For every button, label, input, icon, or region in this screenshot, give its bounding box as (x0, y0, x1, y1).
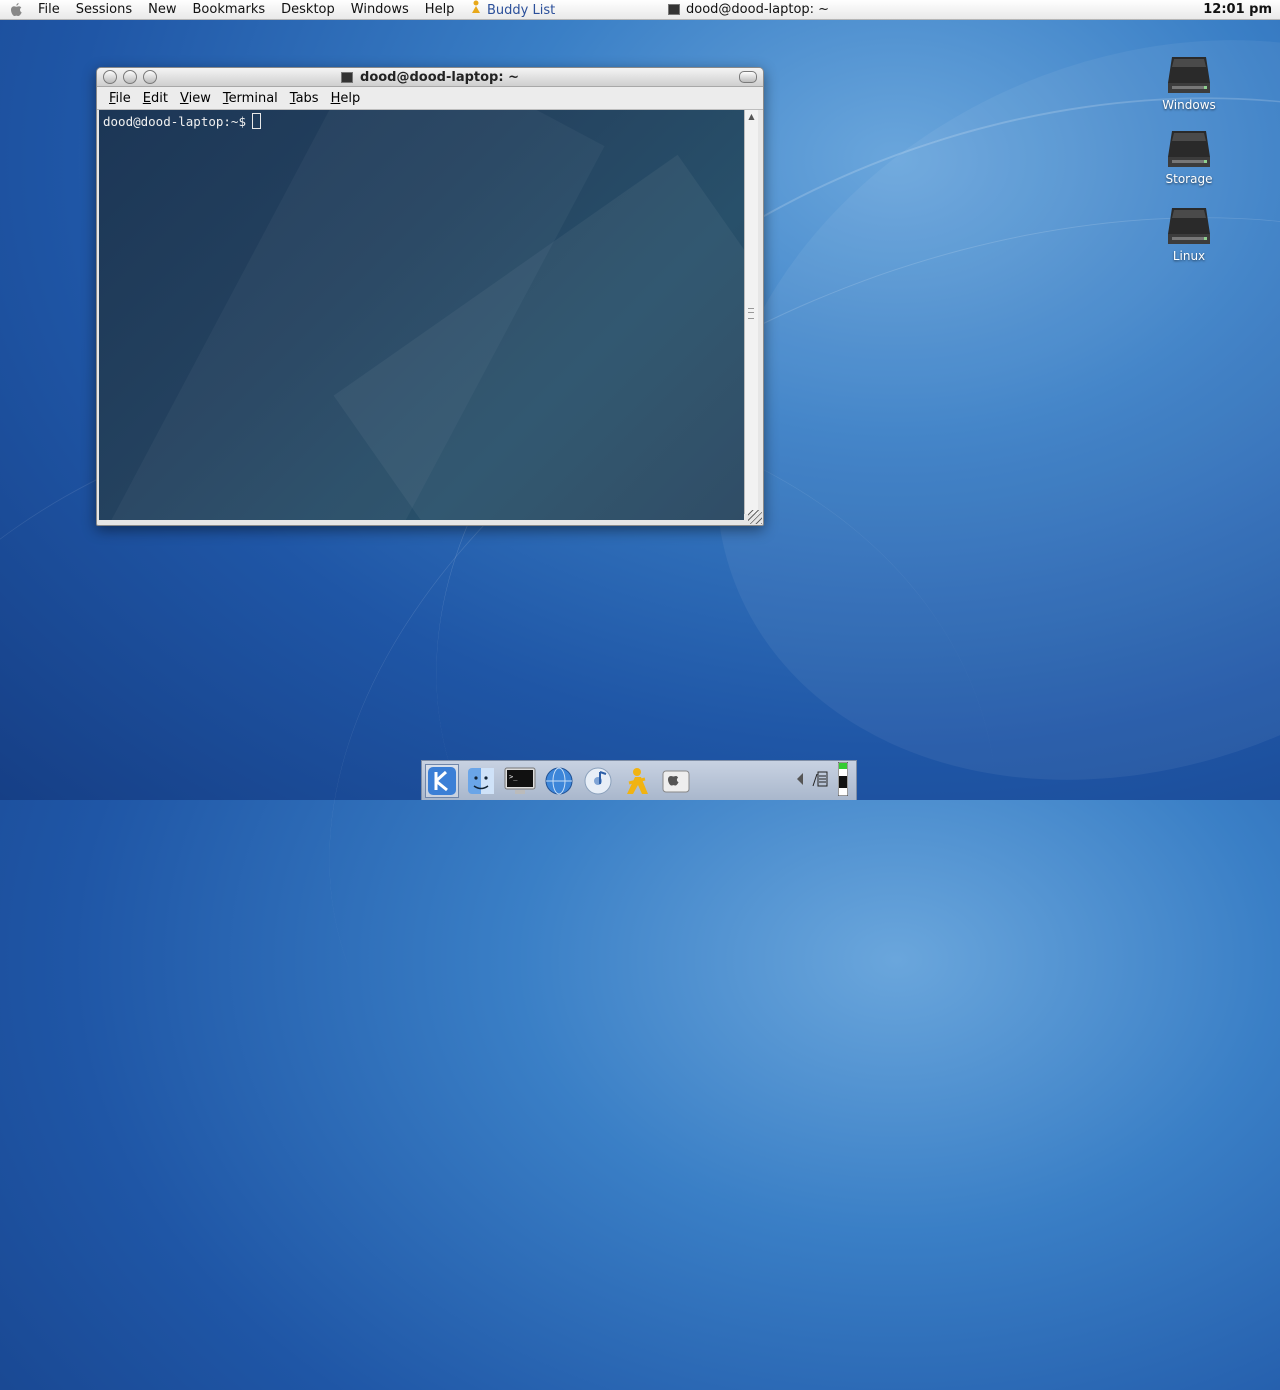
system-prefs-icon[interactable] (659, 764, 693, 798)
desktop-icon-linux[interactable]: Linux (1149, 204, 1229, 263)
finder-icon[interactable] (464, 764, 498, 798)
shell-prompt: dood@dood-laptop:~$ (103, 113, 246, 129)
desktop-icon-storage[interactable]: Storage (1149, 127, 1229, 186)
itunes-icon[interactable] (581, 764, 615, 798)
svg-text:>_: >_ (509, 773, 518, 781)
menu-edit[interactable]: Edit (137, 91, 174, 106)
toolbar-toggle-button[interactable] (739, 71, 757, 83)
desktop-icon-label: Storage (1165, 172, 1213, 186)
menu-desktop[interactable]: Desktop (273, 0, 343, 19)
taskbar-window-label: dood@dood-laptop: ~ (686, 2, 830, 17)
window-title: dood@dood-laptop: ~ (360, 69, 519, 85)
scrollbar-grip[interactable] (748, 308, 754, 319)
browser-icon[interactable] (542, 764, 576, 798)
close-button[interactable] (103, 70, 117, 84)
menu-help[interactable]: Help (417, 0, 463, 19)
scroll-up-arrow-icon[interactable]: ▲ (745, 110, 758, 122)
clock[interactable]: 12:01 pm (1203, 0, 1272, 19)
volume-icon[interactable] (794, 772, 804, 790)
menu-file[interactable]: File (103, 91, 137, 106)
text-cursor (252, 113, 261, 129)
terminal-icon[interactable]: >_ (503, 764, 537, 798)
taskbar-buddy-list[interactable]: Buddy List (470, 0, 555, 20)
hard-drive-icon (1166, 127, 1212, 169)
menu-help[interactable]: Help (325, 91, 367, 106)
taskbar-buddy-label: Buddy List (487, 2, 556, 18)
hard-drive-icon (1166, 204, 1212, 246)
menu-bookmarks[interactable]: Bookmarks (185, 0, 274, 19)
top-menu-bar: File Sessions New Bookmarks Desktop Wind… (0, 0, 1280, 20)
terminal-window: dood@dood-laptop: ~ File Edit View Termi… (96, 67, 764, 526)
terminal-icon (341, 71, 354, 83)
menu-new[interactable]: New (140, 0, 184, 19)
system-tray (794, 761, 849, 800)
apple-menu-icon[interactable] (10, 2, 24, 17)
window-menu-bar: File Edit View Terminal Tabs Help (97, 87, 763, 110)
terminal-icon (668, 4, 680, 15)
minimize-button[interactable] (123, 70, 137, 84)
kde-menu-icon[interactable] (425, 763, 459, 798)
window-titlebar[interactable]: dood@dood-laptop: ~ (97, 68, 763, 87)
menu-file[interactable]: File (30, 0, 68, 19)
menu-tabs[interactable]: Tabs (284, 91, 325, 106)
vertical-scrollbar[interactable]: ▲ (744, 110, 758, 514)
desktop-icon-windows[interactable]: Windows (1149, 53, 1229, 112)
hard-drive-icon (1166, 53, 1212, 95)
dock: >_ (421, 760, 857, 800)
menu-sessions[interactable]: Sessions (68, 0, 140, 19)
battery-icon[interactable] (837, 761, 849, 800)
maximize-button[interactable] (143, 70, 157, 84)
aim-icon[interactable] (620, 764, 654, 798)
desktop-icon-label: Linux (1172, 249, 1206, 263)
menu-terminal[interactable]: Terminal (217, 91, 284, 106)
terminal-output[interactable]: dood@dood-laptop:~$ (99, 110, 744, 520)
network-icon[interactable] (812, 770, 830, 792)
menu-view[interactable]: View (174, 91, 217, 106)
taskbar-terminal-window[interactable]: dood@dood-laptop: ~ (668, 0, 829, 19)
menu-windows[interactable]: Windows (343, 0, 417, 19)
aim-icon (470, 0, 482, 20)
desktop-icon-label: Windows (1162, 98, 1216, 112)
resize-grip[interactable] (748, 510, 762, 524)
